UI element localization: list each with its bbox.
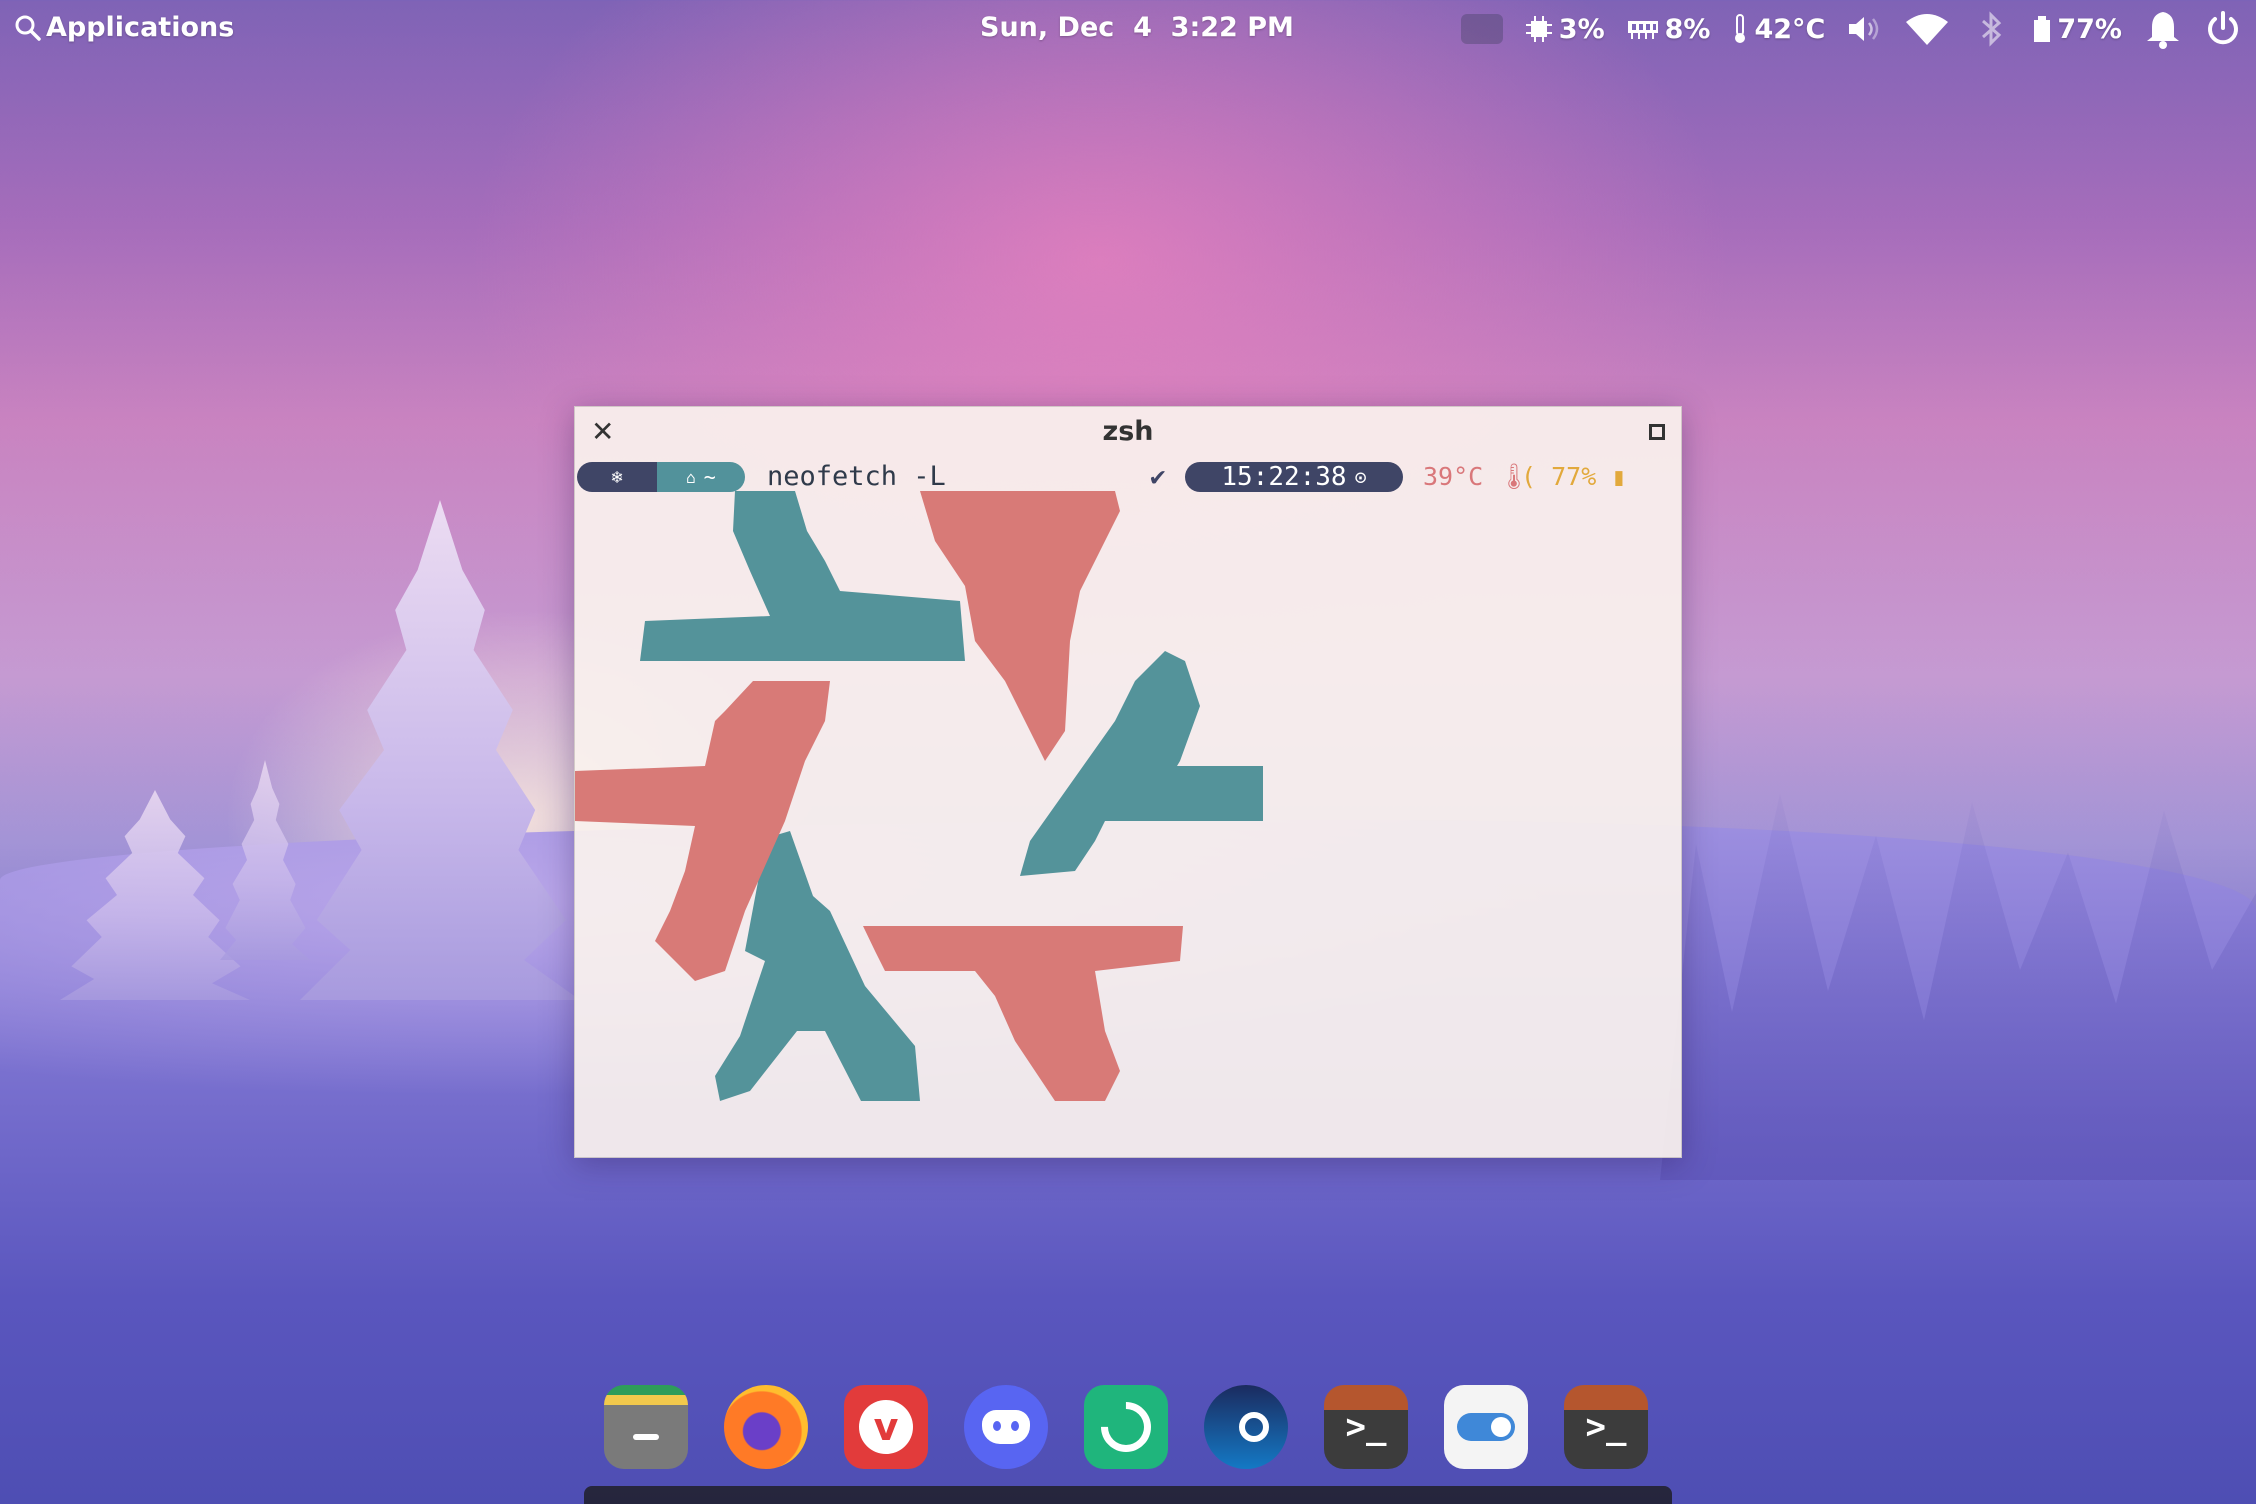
dock: v >_ >_ [604, 1382, 1648, 1472]
wallpaper-forest [1660, 793, 2256, 1180]
prompt-time: 15:22:38 [1221, 462, 1347, 492]
search-icon [15, 15, 41, 41]
prompt-line: ❄ ⌂ ~ neofetch -L ✔ 15:22:38 ⊙ 39°C 🌡 ( … [575, 459, 1681, 495]
temperature-indicator[interactable]: 42°C [1732, 13, 1825, 45]
prompt-os-segment: ❄ [577, 462, 657, 492]
memory-icon [1627, 21, 1658, 39]
terminal-window[interactable]: ✕ zsh ❄ ⌂ ~ neofetch -L ✔ 15:22:38 ⊙ 39°… [574, 406, 1682, 1158]
cpu-indicator[interactable]: 3% [1525, 14, 1605, 45]
prompt-dir-segment: ⌂ ~ [657, 462, 745, 492]
nixos-logo-ascii [575, 491, 1263, 1101]
terminal-icon[interactable]: >_ [1564, 1385, 1648, 1469]
wallpaper-tree [300, 500, 580, 1000]
logo-lambda-top-left [640, 491, 965, 661]
memory-usage: 8% [1664, 13, 1711, 45]
discord-icon[interactable] [964, 1385, 1048, 1469]
applications-menu[interactable]: Applications [14, 12, 234, 43]
power-icon [2208, 11, 2238, 45]
volume-icon [1849, 17, 1879, 41]
wifi-icon [1906, 14, 1949, 45]
prompt-battery-value: 77% [1551, 462, 1597, 491]
battery-icon: ▮ [1611, 462, 1627, 491]
firefox-icon[interactable] [724, 1385, 808, 1469]
notifications-button[interactable] [2144, 9, 2182, 49]
chat-app-icon[interactable] [1084, 1385, 1168, 1469]
terminal-icon[interactable]: >_ [1324, 1385, 1408, 1469]
bluetooth-button[interactable] [1971, 9, 2011, 49]
clock-icon: ⊙ [1354, 465, 1367, 489]
command-text[interactable]: neofetch -L [767, 459, 946, 495]
wifi-button[interactable] [1905, 12, 1949, 46]
toggle-settings-icon[interactable] [1444, 1385, 1528, 1469]
prompt-battery: ( 77% ▮ [1521, 459, 1626, 495]
prompt-temp-value: 39°C [1423, 462, 1484, 491]
terminal-titlebar[interactable]: ✕ zsh [575, 407, 1681, 455]
status-check-icon: ✔ [1150, 462, 1166, 492]
cpu-usage: 3% [1558, 13, 1605, 45]
files-icon[interactable] [604, 1385, 688, 1469]
gear-icon: ❄ [611, 466, 623, 488]
thermometer-icon [1735, 14, 1746, 43]
bluetooth-icon [1982, 11, 2002, 47]
clock[interactable]: Sun, Dec 4 3:22 PM [980, 12, 1294, 43]
memory-indicator[interactable]: 8% [1627, 13, 1711, 45]
close-button[interactable]: ✕ [591, 415, 614, 448]
applications-label: Applications [46, 12, 235, 43]
maximize-button[interactable] [1649, 424, 1665, 440]
home-icon: ⌂ [686, 467, 696, 487]
window-title: zsh [1102, 415, 1154, 447]
prompt-dir: ~ [703, 465, 716, 489]
bell-icon [2147, 12, 2179, 49]
battery-icon [2034, 16, 2051, 42]
dock-panel [584, 1486, 1672, 1504]
prompt-time-segment: 15:22:38 ⊙ [1185, 462, 1403, 492]
temperature-value: 42°C [1754, 13, 1826, 45]
steam-icon[interactable] [1204, 1385, 1288, 1469]
vivaldi-icon[interactable]: v [844, 1385, 928, 1469]
power-button[interactable] [2204, 10, 2242, 48]
battery-indicator[interactable]: 77% [2033, 14, 2122, 45]
system-tray: 3% 8% 42°C 77% [1439, 8, 2242, 50]
moon-icon: ( [1521, 462, 1537, 491]
keyboard-icon[interactable] [1460, 14, 1503, 44]
battery-level: 77% [2057, 13, 2122, 45]
cpu-icon [1525, 16, 1552, 42]
prompt-temperature: 39°C 🌡 [1423, 459, 1530, 495]
volume-button[interactable] [1847, 14, 1883, 44]
top-panel: Applications Sun, Dec 4 3:22 PM 3% 8% 42… [0, 0, 2256, 58]
